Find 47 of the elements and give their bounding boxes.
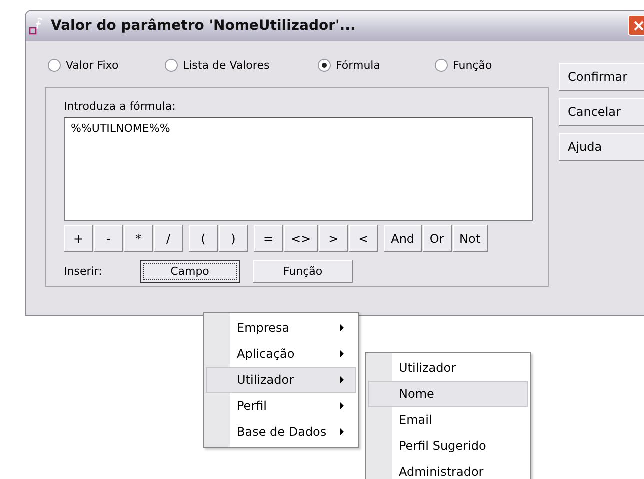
operator-button[interactable]: Or — [422, 225, 452, 252]
menu-item[interactable]: Empresa — [206, 315, 356, 341]
operator-button[interactable]: > — [319, 225, 348, 252]
operator-button[interactable]: < — [349, 225, 378, 252]
menu-item[interactable]: Aplicação — [206, 341, 356, 367]
operator-button[interactable]: ) — [219, 225, 248, 252]
formula-field[interactable]: %%UTILNOME%% — [64, 117, 533, 221]
radio-label[interactable]: Lista de Valores — [183, 58, 270, 72]
radio-button[interactable] — [48, 58, 61, 72]
formula-label: Introduza a fórmula: — [64, 100, 177, 113]
insert-button[interactable]: Campo — [140, 260, 240, 283]
radio-button[interactable] — [435, 58, 448, 72]
operator-button[interactable]: * — [124, 225, 153, 252]
menu-item[interactable]: Nome — [368, 381, 528, 407]
submenu-arrow-icon — [340, 376, 345, 384]
radio-button[interactable] — [318, 58, 331, 72]
operator-button[interactable]: And — [384, 225, 422, 252]
radio-label[interactable]: Fórmula — [336, 58, 380, 72]
operator-button[interactable]: ( — [189, 225, 218, 252]
operator-button[interactable]: + — [64, 225, 93, 252]
operator-button[interactable]: = — [254, 225, 283, 252]
dialog-button[interactable]: Confirmar — [559, 63, 644, 91]
radio-label[interactable]: Valor Fixo — [66, 58, 119, 72]
close-icon — [634, 20, 644, 30]
radio-label[interactable]: Função — [453, 58, 492, 72]
operator-button[interactable]: - — [94, 225, 123, 252]
submenu-arrow-icon — [340, 402, 345, 410]
menu-item[interactable]: Utilizador — [206, 367, 356, 393]
window-title: Valor do parâmetro 'NomeUtilizador'... — [51, 18, 356, 34]
insert-button[interactable]: Função — [253, 260, 353, 283]
dialog-button[interactable]: Cancelar — [559, 98, 644, 126]
submenu-arrow-icon — [340, 428, 345, 436]
menu-item[interactable]: Base de Dados — [206, 419, 356, 445]
close-button[interactable] — [628, 15, 644, 36]
menu-item[interactable]: Perfil — [206, 393, 356, 419]
operator-button[interactable]: <> — [284, 225, 318, 252]
dialog-button[interactable]: Ajuda — [559, 133, 644, 161]
operator-button[interactable]: / — [154, 225, 183, 252]
operator-button[interactable]: Not — [452, 225, 488, 252]
menu-item[interactable]: Administrador — [368, 459, 528, 479]
menu-item[interactable]: Perfil Sugerido — [368, 433, 528, 459]
menu-item[interactable]: Utilizador — [368, 355, 528, 381]
submenu-arrow-icon — [340, 350, 345, 358]
radio-button[interactable] — [165, 58, 178, 72]
submenu-arrow-icon — [340, 324, 345, 332]
menu-item[interactable]: Email — [368, 407, 528, 433]
insert-label: Inserir: — [64, 265, 104, 278]
